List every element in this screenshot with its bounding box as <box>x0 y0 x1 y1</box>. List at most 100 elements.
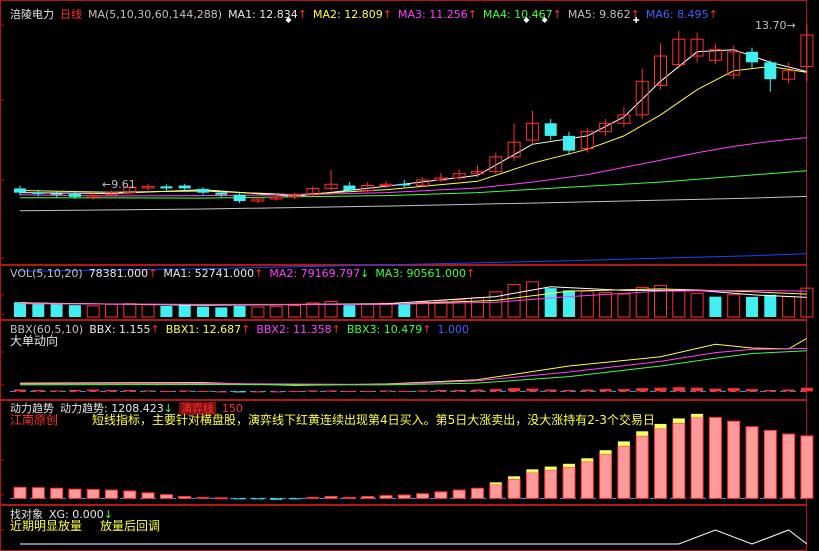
ma2-readout: MA2: 12.809↑ <box>313 8 392 21</box>
ma1-readout: MA1: 12.834↑ <box>228 8 308 21</box>
ma-line-ma4 <box>19 170 807 199</box>
momentum-bar <box>123 490 137 499</box>
bbx-bar <box>654 387 667 392</box>
stock-name[interactable]: 涪陵电力 <box>10 8 54 21</box>
bbx-bar <box>68 390 81 392</box>
momentum-bar <box>562 466 576 499</box>
bbx-bar <box>727 388 740 392</box>
vol-ma1-readout: MA1: 52741.000↑ <box>163 267 264 280</box>
vol-params: VOL(5,10,20) <box>10 267 83 280</box>
price-chart[interactable] <box>14 17 814 272</box>
bbx-bar <box>251 391 264 393</box>
candle-body <box>197 188 209 193</box>
momentum-bar <box>13 486 27 499</box>
bbx-bar <box>197 390 209 392</box>
momentum-bar <box>306 496 320 499</box>
momentum-bar <box>635 435 649 499</box>
volume-bar <box>178 304 191 317</box>
volume-bar <box>782 296 796 318</box>
momentum-bar <box>68 488 82 499</box>
volume-bar <box>764 294 777 317</box>
momentum-signal-cap <box>563 463 575 468</box>
bbx3-readout: BBX3: 10.479↑ <box>346 323 432 336</box>
volume-bar <box>32 302 45 317</box>
volume-bar <box>215 307 228 317</box>
ma-line-ma2 <box>19 65 807 196</box>
volume-bar <box>251 306 265 318</box>
bbx-bar <box>434 390 447 392</box>
momentum-bar <box>397 494 411 499</box>
bbx-bar <box>215 391 228 393</box>
vol-header: VOL(5,10,20) 78381.000↑ MA1: 52741.000↑ MA2… <box>10 267 481 280</box>
momentum-bar <box>379 495 393 499</box>
volume-bar <box>123 303 137 318</box>
volume-bar <box>50 304 63 317</box>
volume-bar <box>379 302 393 318</box>
bbx-bar <box>709 388 722 392</box>
momentum-signal-cap <box>508 476 521 480</box>
momentum-signal-cap <box>599 450 612 455</box>
bbx-bar <box>471 389 484 392</box>
momentum-bar <box>507 478 521 499</box>
volume-bar <box>343 305 356 317</box>
vol-ma3-readout: MA3: 90561.000↑ <box>375 267 476 280</box>
momentum-bar <box>434 491 448 499</box>
bbx-bar <box>544 389 557 392</box>
momentum-bar <box>141 492 155 499</box>
volume-bar <box>709 296 722 317</box>
momentum-bar <box>214 497 228 500</box>
momentum-bar <box>288 498 301 500</box>
bbx-bar <box>270 391 283 393</box>
volume-bar <box>672 290 686 318</box>
volume-bar <box>141 304 155 318</box>
momentum-bar <box>251 498 264 500</box>
momentum-bar <box>471 487 484 499</box>
volume-bar <box>86 305 100 318</box>
volume-bar <box>599 292 613 318</box>
bbx-bar <box>782 389 795 392</box>
momentum-bar <box>361 495 375 499</box>
bbx-bar <box>746 389 758 392</box>
momentum-signal-cap <box>617 441 630 446</box>
momentum-bar <box>544 469 558 499</box>
momentum-bar <box>324 495 338 499</box>
momentum-bar <box>159 494 173 499</box>
bbx-bar <box>416 390 429 392</box>
ma-line-ma1 <box>19 49 808 197</box>
volume-bar <box>160 305 173 317</box>
bbx-caption: 大单动向 <box>10 334 59 348</box>
bbx-bar <box>489 389 502 392</box>
momentum-signal-cap <box>672 418 685 424</box>
candle-body <box>343 185 356 191</box>
momentum-bar <box>196 496 210 499</box>
bbx-bar <box>526 388 539 392</box>
volume-bar <box>416 301 430 318</box>
bbx-bar <box>160 390 173 392</box>
momentum-signal-cap <box>526 469 539 473</box>
period-label[interactable]: 日线 <box>60 8 82 21</box>
bbx-bar <box>123 390 136 392</box>
bbx-chart[interactable] <box>10 337 813 393</box>
momentum-bar <box>31 487 45 499</box>
bbx-bar <box>178 390 191 392</box>
volume-chart[interactable] <box>14 281 814 318</box>
momentum-bar <box>452 489 466 499</box>
ma6-readout: MA6: 8.495↑ <box>645 8 718 21</box>
bbx-bar <box>343 390 356 392</box>
momentum-bar <box>525 472 539 499</box>
volume-bar <box>197 306 209 317</box>
bbx-bar <box>453 390 466 392</box>
candle-body <box>14 188 26 193</box>
momentum-signal-cap <box>489 482 502 485</box>
candle-body <box>160 186 173 189</box>
momentum-bar <box>105 489 118 499</box>
bbx-readout: BBX: 1.155↑ <box>89 323 160 336</box>
momentum-signal-cap <box>544 466 557 470</box>
bbx-bar <box>87 389 100 392</box>
momentum-bar <box>233 498 246 500</box>
bbx-bar <box>288 390 301 392</box>
volume-bar <box>361 303 375 318</box>
ma4-readout: MA4: 10.467↑ <box>482 8 562 21</box>
bbx-bar <box>581 389 594 392</box>
momentum-bar <box>800 435 814 499</box>
